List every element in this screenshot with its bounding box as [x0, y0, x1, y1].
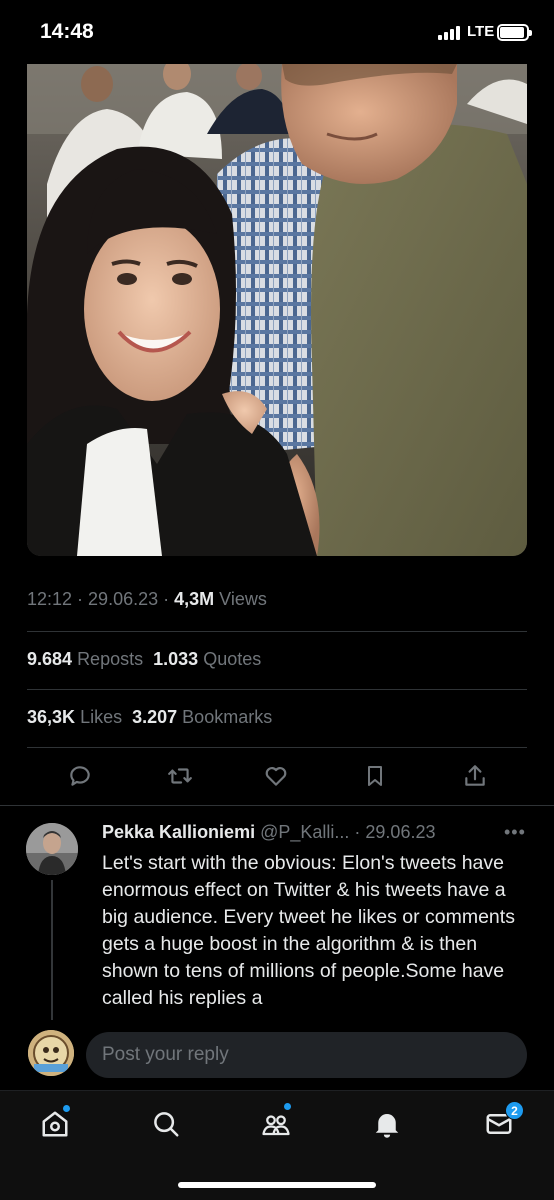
user-avatar[interactable] [28, 1030, 74, 1076]
messages-badge: 2 [505, 1101, 524, 1120]
quotes-stat[interactable]: 1.033 Quotes [153, 649, 261, 669]
repost-button[interactable] [160, 756, 200, 796]
cellular-signal-icon [438, 26, 462, 40]
views-count: 4,3M [174, 589, 215, 609]
tweet-meta: 12:12 · 29.06.23 · 4,3M Views [27, 589, 267, 609]
status-bar: 14:48 LTE [0, 0, 554, 64]
bookmarks-count: 3.207 [132, 707, 178, 727]
tab-notifications[interactable] [370, 1107, 404, 1141]
bookmark-icon [368, 766, 382, 786]
likes-stat[interactable]: 36,3K Likes [27, 707, 122, 727]
reply-tweet[interactable]: Pekka Kallioniemi @P_Kalli... · 29.06.23… [0, 805, 554, 1020]
like-button[interactable] [256, 756, 296, 796]
reply-author-handle[interactable]: @P_Kalli... [260, 822, 349, 842]
bell-icon [375, 1114, 399, 1138]
communities-notification-dot [284, 1103, 291, 1110]
reply-date: 29.06.23 [365, 822, 436, 842]
reply-text: Let's start with the obvious: Elon's twe… [102, 852, 515, 1009]
avatar[interactable] [26, 823, 78, 875]
tab-communities[interactable] [259, 1107, 293, 1141]
reply-author-name[interactable]: Pekka Kallioniemi [102, 822, 255, 842]
network-type: LTE [467, 23, 495, 40]
meta-separator: · [349, 822, 366, 842]
home-icon [42, 1111, 68, 1137]
bookmarks-label: Bookmarks [182, 707, 273, 727]
quotes-label: Quotes [203, 649, 262, 669]
views-label[interactable]: Views [219, 589, 267, 609]
tweet-photo[interactable] [27, 64, 527, 556]
search-icon [154, 1112, 179, 1137]
likes-label: Likes [80, 707, 123, 727]
quotes-count: 1.033 [153, 649, 199, 669]
tab-search[interactable] [149, 1107, 183, 1141]
communities-icon [262, 1115, 290, 1136]
repost-quote-stats: 9.684 Reposts 1.033 Quotes [27, 649, 261, 670]
share-icon [465, 765, 485, 786]
reposts-label: Reposts [77, 649, 144, 669]
reply-icon [70, 766, 90, 786]
battery-icon [497, 24, 532, 41]
repost-icon [168, 768, 192, 784]
status-time: 14:48 [40, 20, 94, 43]
thread-line [51, 880, 53, 1020]
home-indicator [178, 1182, 376, 1188]
bookmark-button[interactable] [355, 756, 395, 796]
bookmarks-stat[interactable]: 3.207 Bookmarks [132, 707, 272, 727]
reply-composer: Post your reply [0, 1020, 554, 1088]
heart-icon [265, 767, 287, 786]
likes-count: 36,3K [27, 707, 76, 727]
more-options-icon[interactable]: ••• [504, 822, 526, 843]
tweet-actions [27, 756, 527, 796]
reply-button[interactable] [60, 756, 100, 796]
tweet-date: 29.06.23 [88, 589, 159, 609]
divider [27, 747, 527, 748]
home-notification-dot [63, 1105, 70, 1112]
divider [27, 631, 527, 632]
divider [27, 689, 527, 690]
share-button[interactable] [455, 756, 495, 796]
tab-home[interactable] [38, 1107, 72, 1141]
reposts-count: 9.684 [27, 649, 73, 669]
reposts-stat[interactable]: 9.684 Reposts [27, 649, 143, 669]
reply-input[interactable]: Post your reply [86, 1032, 527, 1078]
like-bookmark-stats: 36,3K Likes 3.207 Bookmarks [27, 707, 272, 728]
reply-header: Pekka Kallioniemi @P_Kalli... · 29.06.23 [102, 822, 435, 843]
tweet-time: 12:12 [27, 589, 73, 609]
